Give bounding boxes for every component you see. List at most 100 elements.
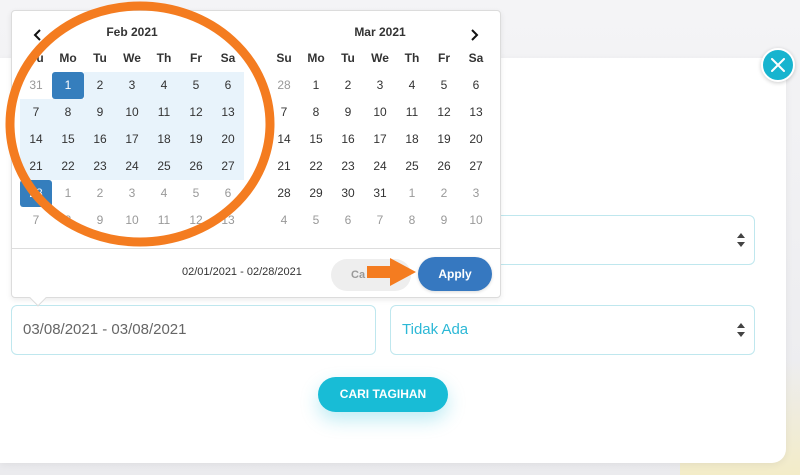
day-cell[interactable]: 22 bbox=[52, 153, 84, 180]
day-cell[interactable]: 3 bbox=[364, 72, 396, 99]
day-cell[interactable]: 17 bbox=[364, 126, 396, 153]
day-cell[interactable]: 6 bbox=[212, 180, 244, 207]
day-cell[interactable]: 24 bbox=[116, 153, 148, 180]
day-cell[interactable]: 10 bbox=[116, 99, 148, 126]
calendar-left: Feb 2021 Su Mo Tu We Th Fr Sa 31 1 2 3 4 5 6 7 8 9 10 11 12… bbox=[20, 25, 244, 234]
day-cell[interactable]: 8 bbox=[52, 99, 84, 126]
status-select[interactable]: Tidak Ada bbox=[390, 305, 755, 355]
weekday-header: Mo bbox=[307, 51, 325, 65]
day-cell[interactable]: 7 bbox=[268, 99, 300, 126]
day-cell[interactable]: 5 bbox=[180, 72, 212, 99]
day-cell[interactable]: 18 bbox=[396, 126, 428, 153]
day-cell[interactable]: 23 bbox=[332, 153, 364, 180]
weekday-header: Su bbox=[28, 51, 44, 65]
day-cell[interactable]: 29 bbox=[300, 180, 332, 207]
day-cell[interactable]: 28 bbox=[268, 72, 300, 99]
day-cell[interactable]: 3 bbox=[116, 180, 148, 207]
day-cell[interactable]: 9 bbox=[428, 207, 460, 234]
day-cell[interactable]: 7 bbox=[20, 207, 52, 234]
day-cell[interactable]: 13 bbox=[460, 99, 492, 126]
day-cell[interactable]: 15 bbox=[300, 126, 332, 153]
day-cell[interactable]: 4 bbox=[148, 180, 180, 207]
day-cell[interactable]: 12 bbox=[180, 99, 212, 126]
day-cell[interactable]: 15 bbox=[52, 126, 84, 153]
day-cell[interactable]: 6 bbox=[212, 72, 244, 99]
day-cell[interactable]: 9 bbox=[84, 99, 116, 126]
weekday-header: Tu bbox=[341, 51, 355, 65]
day-cell[interactable]: 21 bbox=[268, 153, 300, 180]
day-cell[interactable]: 2 bbox=[332, 72, 364, 99]
day-cell[interactable]: 16 bbox=[84, 126, 116, 153]
day-cell[interactable]: 20 bbox=[460, 126, 492, 153]
day-cell[interactable]: 13 bbox=[212, 99, 244, 126]
chevron-right-icon[interactable] bbox=[466, 27, 482, 43]
day-cell[interactable]: 1 bbox=[52, 72, 84, 99]
day-cell[interactable]: 7 bbox=[364, 207, 396, 234]
day-cell[interactable]: 5 bbox=[300, 207, 332, 234]
day-cell[interactable]: 14 bbox=[20, 126, 52, 153]
day-cell[interactable]: 4 bbox=[396, 72, 428, 99]
day-cell[interactable]: 11 bbox=[396, 99, 428, 126]
day-cell[interactable]: 6 bbox=[460, 72, 492, 99]
day-cell[interactable]: 2 bbox=[84, 180, 116, 207]
day-cell[interactable]: 30 bbox=[332, 180, 364, 207]
day-cell[interactable]: 28 bbox=[20, 180, 52, 207]
day-cell[interactable]: 10 bbox=[460, 207, 492, 234]
day-cell[interactable]: 10 bbox=[116, 207, 148, 234]
day-cell[interactable]: 18 bbox=[148, 126, 180, 153]
date-range-picker: Feb 2021 Su Mo Tu We Th Fr Sa 31 1 2 3 4 5 6 7 8 9 10 11 12… bbox=[11, 10, 501, 307]
day-cell[interactable]: 16 bbox=[332, 126, 364, 153]
day-cell[interactable]: 12 bbox=[428, 99, 460, 126]
day-cell[interactable]: 24 bbox=[364, 153, 396, 180]
day-cell[interactable]: 7 bbox=[20, 99, 52, 126]
day-cell[interactable]: 20 bbox=[212, 126, 244, 153]
day-cell[interactable]: 11 bbox=[148, 207, 180, 234]
chevron-left-icon[interactable] bbox=[30, 27, 46, 43]
day-cell[interactable]: 3 bbox=[460, 180, 492, 207]
day-cell[interactable]: 1 bbox=[300, 72, 332, 99]
day-cell[interactable]: 13 bbox=[212, 207, 244, 234]
day-cell[interactable]: 5 bbox=[180, 180, 212, 207]
day-cell[interactable]: 5 bbox=[428, 72, 460, 99]
day-cell[interactable]: 31 bbox=[364, 180, 396, 207]
close-button[interactable] bbox=[761, 48, 795, 82]
day-cell[interactable]: 25 bbox=[148, 153, 180, 180]
day-cell[interactable]: 28 bbox=[268, 180, 300, 207]
day-cell[interactable]: 26 bbox=[428, 153, 460, 180]
day-cell[interactable]: 4 bbox=[268, 207, 300, 234]
day-cell[interactable]: 19 bbox=[180, 126, 212, 153]
day-cell[interactable]: 12 bbox=[180, 207, 212, 234]
day-cell[interactable]: 23 bbox=[84, 153, 116, 180]
day-cell[interactable]: 27 bbox=[212, 153, 244, 180]
day-cell[interactable]: 11 bbox=[148, 99, 180, 126]
day-cell[interactable]: 22 bbox=[300, 153, 332, 180]
date-range-input[interactable]: 03/08/2021 - 03/08/2021 bbox=[11, 305, 376, 355]
day-cell[interactable]: 17 bbox=[116, 126, 148, 153]
day-cell[interactable]: 3 bbox=[116, 72, 148, 99]
day-cell[interactable]: 9 bbox=[332, 99, 364, 126]
day-cell[interactable]: 6 bbox=[332, 207, 364, 234]
day-cell[interactable]: 4 bbox=[148, 72, 180, 99]
weekday-header: We bbox=[123, 51, 141, 65]
day-cell[interactable]: 19 bbox=[428, 126, 460, 153]
day-cell[interactable]: 8 bbox=[300, 99, 332, 126]
month-title-left: Feb 2021 bbox=[106, 25, 158, 39]
day-cell[interactable]: 10 bbox=[364, 99, 396, 126]
day-cell[interactable]: 27 bbox=[460, 153, 492, 180]
day-cell[interactable]: 1 bbox=[396, 180, 428, 207]
day-cell[interactable]: 26 bbox=[180, 153, 212, 180]
day-cell[interactable]: 8 bbox=[396, 207, 428, 234]
cancel-button[interactable]: Ca bbox=[331, 259, 411, 291]
day-cell[interactable]: 21 bbox=[20, 153, 52, 180]
day-cell[interactable]: 25 bbox=[396, 153, 428, 180]
day-cell[interactable]: 8 bbox=[52, 207, 84, 234]
day-cell[interactable]: 2 bbox=[428, 180, 460, 207]
day-cell[interactable]: 9 bbox=[84, 207, 116, 234]
search-bill-button[interactable]: CARI TAGIHAN bbox=[318, 377, 448, 412]
day-cell[interactable]: 2 bbox=[84, 72, 116, 99]
updown-arrows-icon bbox=[737, 233, 745, 247]
apply-button[interactable]: Apply bbox=[418, 257, 492, 291]
day-cell[interactable]: 31 bbox=[20, 72, 52, 99]
day-cell[interactable]: 1 bbox=[52, 180, 84, 207]
day-cell[interactable]: 14 bbox=[268, 126, 300, 153]
